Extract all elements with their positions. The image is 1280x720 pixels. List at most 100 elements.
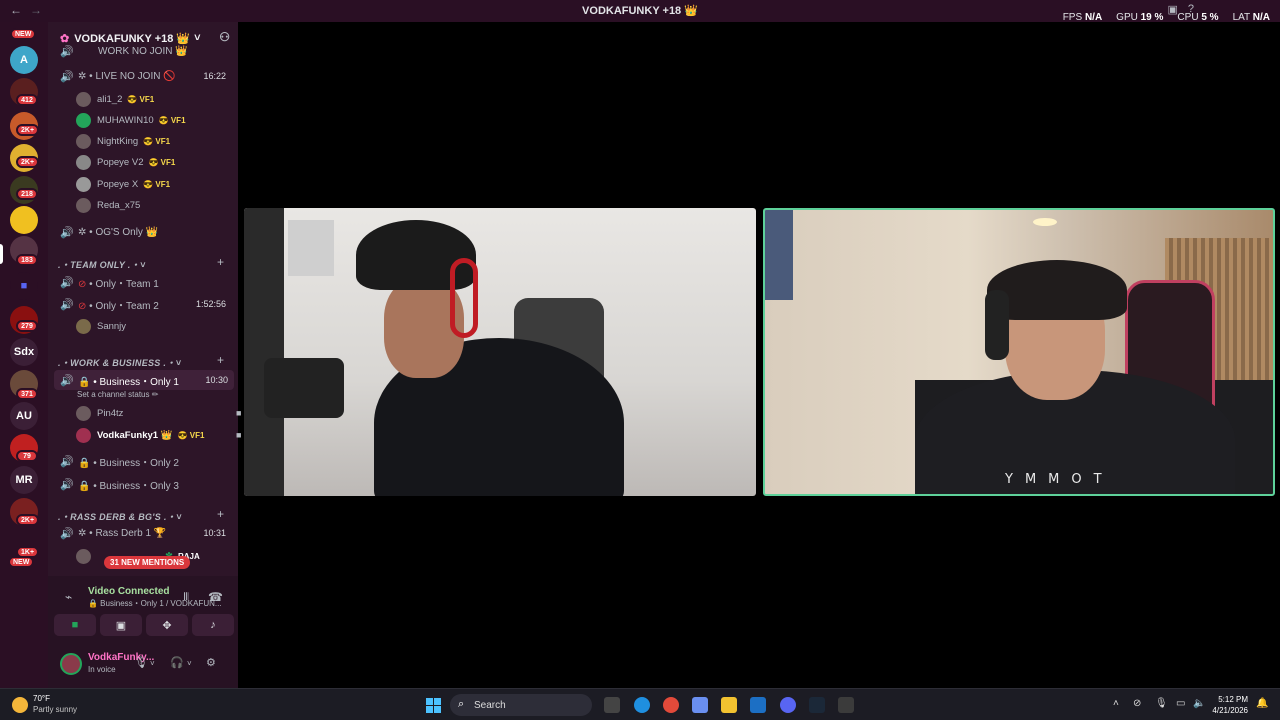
activities-button[interactable]: ✥ xyxy=(146,614,188,636)
voice-channel-rass-derb[interactable]: 🔊 ✲ • Rass Derb 1 🏆 10:31 xyxy=(48,523,238,543)
microphone-icon[interactable]: 🎙 xyxy=(1155,698,1168,709)
voice-user[interactable]: Sannjy xyxy=(76,317,126,335)
noise-suppression-icon[interactable]: 𝄃𝄃 xyxy=(184,592,188,603)
network-icon[interactable]: ▭ xyxy=(1176,698,1185,709)
headphones xyxy=(985,290,1009,360)
channel-label: WORK NO JOIN 👑 xyxy=(98,45,188,57)
channel-label: 🔒 • Business・Only 1 xyxy=(78,376,179,388)
shirt-text: YMMOT xyxy=(1005,472,1114,487)
wall-frame xyxy=(288,220,334,276)
volume-icon[interactable]: 🔈 xyxy=(1193,698,1205,709)
channel-label: 🔒 • Business・Only 2 xyxy=(78,457,179,469)
server-name: VODKAFUNKY +18 👑 xyxy=(74,32,191,45)
tray-app-icon[interactable]: ⊘ xyxy=(1133,698,1141,709)
task-view-icon[interactable] xyxy=(604,697,620,713)
server-icon[interactable] xyxy=(10,206,38,234)
channel-status[interactable]: Set a channel status ✏ xyxy=(77,390,158,399)
server-icon-a[interactable]: A xyxy=(10,46,38,74)
headphones-icon[interactable]: 🎧 xyxy=(170,656,184,669)
discord-icon[interactable] xyxy=(780,697,796,713)
camera-button[interactable]: ■ xyxy=(54,614,96,636)
new-mentions-pill[interactable]: 31 NEW MENTIONS xyxy=(104,556,191,569)
new-badge: NEW xyxy=(8,556,35,568)
category-team-only[interactable]: .・TEAM ONLY .・˅ xyxy=(58,258,145,271)
search-label: Search xyxy=(474,700,506,711)
microphone-icon[interactable]: 🎙 xyxy=(134,656,148,669)
ceiling-light xyxy=(1033,218,1057,226)
unread-badge: 412 xyxy=(16,94,38,106)
video-tile-vodkafunky1[interactable]: YMMOT xyxy=(763,208,1275,496)
speaker-icon: 🔊 xyxy=(60,455,74,468)
voice-connection-panel: ⌁ Video Connected 🔒 Business・Only 1 / VO… xyxy=(48,576,238,688)
chevron-down-icon[interactable]: ˅ xyxy=(187,659,192,668)
folder-icon[interactable]: ■ xyxy=(10,272,38,300)
speaker-icon: 🔊 xyxy=(60,226,74,239)
channel-label: ⊘ • Only・Team 1 xyxy=(78,278,159,290)
server-icon-mr[interactable]: MR xyxy=(10,466,38,494)
chevron-down-icon[interactable]: ˅ xyxy=(150,659,155,668)
activities-icon: ✥ xyxy=(162,619,172,632)
voice-user[interactable]: Popeye V2 😎 VF1 xyxy=(76,153,175,171)
screen-share-button[interactable]: ▣ xyxy=(100,614,142,636)
add-channel-icon[interactable]: + xyxy=(217,353,224,367)
store-icon[interactable] xyxy=(750,697,766,713)
block-icon: ⊘ xyxy=(78,278,87,290)
server-icon-sdx[interactable]: Sdx xyxy=(10,338,38,366)
start-button[interactable] xyxy=(426,698,441,713)
weather-condition[interactable]: Partly sunny xyxy=(33,705,77,714)
app-icon[interactable] xyxy=(838,697,854,713)
soundboard-button[interactable]: ♪ xyxy=(192,614,234,636)
unread-badge: 79 xyxy=(16,450,38,462)
disconnect-icon[interactable]: ☎ xyxy=(208,590,223,604)
notification-bell-icon[interactable]: 🔔 xyxy=(1256,698,1268,709)
server-icon-au[interactable]: AU xyxy=(10,402,38,430)
voice-channel-ogs-only[interactable]: 🔊 ✲ • OG'S Only 👑 xyxy=(48,222,238,242)
file-explorer-icon[interactable] xyxy=(721,697,737,713)
channel-timer: 10:31 xyxy=(203,528,226,538)
screen-share-icon: ▣ xyxy=(115,619,127,632)
voice-user[interactable]: Pin4tz ■ xyxy=(76,404,241,422)
weather-temp[interactable]: 70°F xyxy=(33,694,50,703)
category-work-business[interactable]: .・WORK & BUSINESS .・˅ xyxy=(58,356,181,369)
avatar[interactable] xyxy=(60,653,82,675)
edge-icon[interactable] xyxy=(634,697,650,713)
voice-channel-work-no-join[interactable]: 🔊 WORK NO JOIN 👑 xyxy=(48,44,238,58)
add-channel-icon[interactable]: + xyxy=(217,255,224,269)
system-clock[interactable]: 5:12 PM 4/21/2026 xyxy=(1212,694,1248,716)
voice-channel-business3[interactable]: 🔊 🔒 • Business・Only 3 xyxy=(48,474,238,494)
lock-icon: 🔒 xyxy=(78,376,91,388)
voice-channel-business1[interactable]: 🔊 🔒 • Business・Only 1 10:30 xyxy=(54,370,234,390)
avatar xyxy=(76,548,91,564)
voice-user[interactable]: Popeye X 😎 VF1 xyxy=(76,175,170,193)
channel-label: ✲ • Rass Derb 1 🏆 xyxy=(78,527,167,539)
taskbar-search[interactable]: ⌕ Search xyxy=(450,694,592,716)
voice-user[interactable]: Reda_x75 xyxy=(76,196,140,214)
voice-status-title[interactable]: Video Connected xyxy=(88,586,170,597)
avatar xyxy=(76,133,91,149)
voice-user[interactable]: MUHAWIN10 😎 VF1 xyxy=(76,111,186,129)
speaker-icon: 🔊 xyxy=(60,527,74,540)
chevron-up-icon[interactable]: ˄ xyxy=(1113,698,1119,709)
weather-sun-icon[interactable] xyxy=(12,697,28,713)
settings-gear-icon[interactable]: ⚙ xyxy=(206,656,216,669)
add-member-icon[interactable]: ⚇ xyxy=(219,30,230,44)
selected-indicator xyxy=(0,244,3,264)
voice-user[interactable]: VodkaFunky1 👑 😎 VF1 ■ xyxy=(76,426,241,444)
voice-channel-path[interactable]: 🔒 Business・Only 1 / VODKAFUN... xyxy=(88,598,222,609)
voice-channel-live-no-join[interactable]: 🔊 ✲ • LIVE NO JOIN 🚫 16:22 xyxy=(48,66,238,86)
copilot-icon[interactable] xyxy=(692,697,708,713)
signal-icon[interactable]: ⌁ xyxy=(65,590,72,604)
add-channel-icon[interactable]: + xyxy=(217,507,224,521)
voice-channel-team1[interactable]: 🔊 ⊘ • Only・Team 1 xyxy=(48,272,238,292)
video-tile-pin4tz[interactable] xyxy=(244,208,756,496)
voice-channel-team2[interactable]: 🔊 ⊘ • Only・Team 2 1:52:56 xyxy=(48,294,238,314)
voice-user[interactable]: ali1_2 😎 VF1 xyxy=(76,90,154,108)
voice-user[interactable]: NightKing 😎 VF1 xyxy=(76,132,170,150)
category-rass-derb[interactable]: .・RASS DERB & BG'S .・˅ xyxy=(58,510,182,523)
channel-label: ⊘ • Only・Team 2 xyxy=(78,300,159,312)
chrome-icon[interactable] xyxy=(663,697,679,713)
steam-icon[interactable] xyxy=(809,697,825,713)
voice-channel-business2[interactable]: 🔊 🔒 • Business・Only 2 xyxy=(48,451,238,471)
channel-label: ✲ • LIVE NO JOIN 🚫 xyxy=(78,70,176,82)
new-badge: NEW xyxy=(10,28,37,40)
